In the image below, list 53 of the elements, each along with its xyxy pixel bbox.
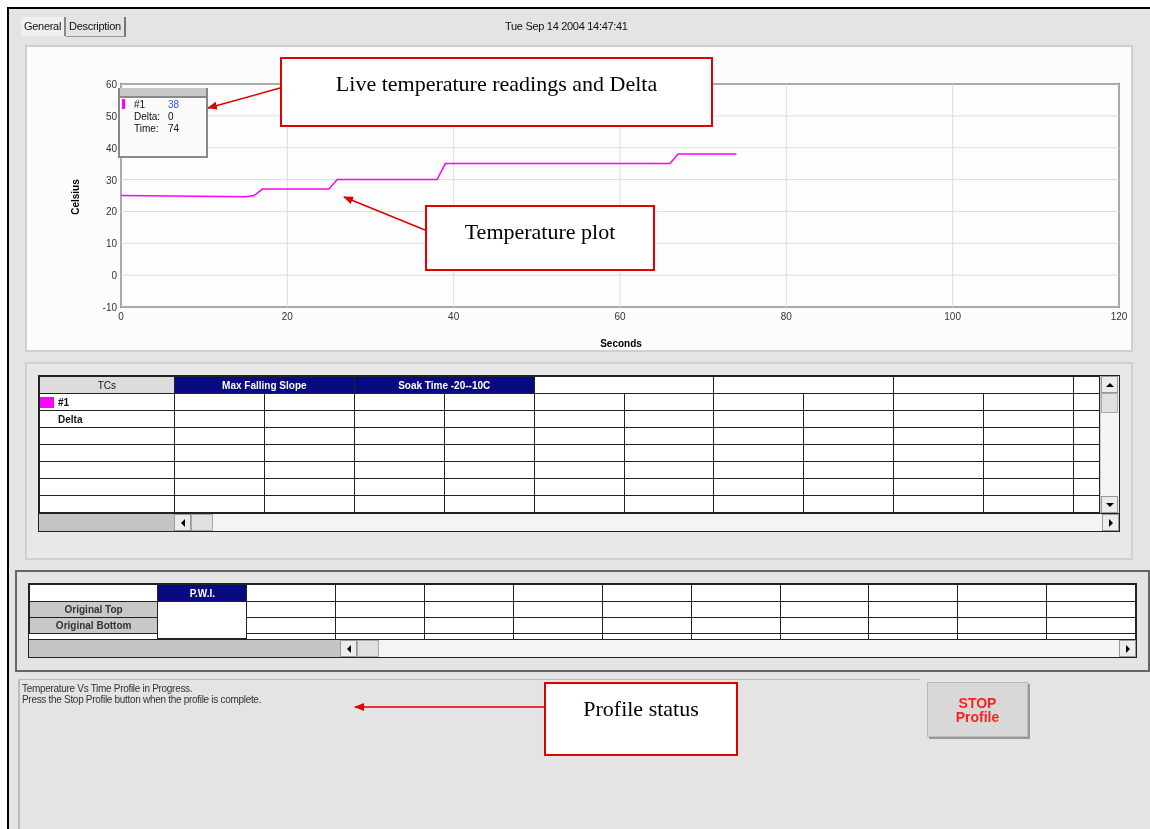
legend-label: #1 [134, 98, 147, 110]
vertical-scrollbar[interactable] [1100, 376, 1119, 513]
right-arrow-icon [1124, 644, 1131, 653]
scroll-thumb[interactable] [357, 640, 379, 657]
scroll-left-button[interactable] [174, 514, 191, 531]
axis-tick-label: 20 [281, 311, 293, 322]
column-header[interactable]: TCs [39, 376, 175, 394]
scroll-thumb[interactable] [1101, 393, 1118, 413]
axis-tick-label: 0 [118, 311, 124, 322]
column-header[interactable]: P.W.I. [157, 584, 247, 602]
callout-box: Profile status [544, 682, 738, 756]
axis-tick-label: 0 [111, 270, 117, 282]
column-header[interactable]: Soak Time -20--10C [354, 376, 535, 394]
axis-title: Seconds [600, 338, 642, 349]
axis-tick-label: 100 [944, 311, 961, 322]
scroll-up-button[interactable] [1101, 376, 1118, 393]
scroll-thumb[interactable] [191, 514, 213, 531]
scroll-left-button[interactable] [340, 640, 357, 657]
axis-tick-label: 40 [105, 142, 117, 154]
timestamp: Tue Sep 14 2004 14:47:41 [505, 20, 628, 32]
left-arrow-icon [179, 518, 186, 527]
row-label: Delta [58, 413, 83, 425]
axis-tick-label: 80 [780, 311, 792, 322]
right-arrow-icon [1107, 518, 1114, 527]
axis-tick-label: 60 [614, 311, 626, 322]
tab[interactable]: General [21, 17, 67, 36]
axis-tick-label: 30 [105, 174, 117, 186]
callout-box: Temperature plot [425, 205, 655, 271]
legend-value: 38 [168, 98, 181, 110]
axis-tick-label: 50 [105, 110, 117, 122]
legend-value: 0 [168, 110, 175, 122]
axis-title: Celsius [70, 179, 81, 215]
scroll-right-button[interactable] [1119, 640, 1136, 657]
axis-tick-label: -10 [102, 302, 117, 313]
status-text: Temperature Vs Time Profile in Progress. [22, 683, 193, 694]
status-text: Press the Stop Profile button when the profile is complete. [22, 694, 263, 705]
legend-label: Delta: [134, 110, 162, 122]
callout-box: Live temperature readings and Delta [280, 57, 713, 127]
axis-tick-label: 60 [105, 79, 117, 90]
legend-label: Time: [134, 122, 160, 134]
legend-value: 74 [168, 122, 181, 134]
scroll-right-button[interactable] [1102, 514, 1119, 531]
scroll-down-button[interactable] [1101, 496, 1118, 513]
down-arrow-icon [1105, 501, 1114, 508]
tab[interactable]: Description [66, 17, 126, 37]
axis-tick-label: 10 [105, 238, 117, 250]
axis-tick-label: 120 [1110, 311, 1128, 322]
axis-tick-label: 40 [448, 311, 460, 322]
row-label: #1 [58, 396, 70, 408]
axis-tick-label: 20 [105, 206, 117, 218]
column-header[interactable]: Max Falling Slope [174, 376, 355, 394]
left-arrow-icon [345, 644, 352, 653]
up-arrow-icon [1105, 381, 1114, 388]
